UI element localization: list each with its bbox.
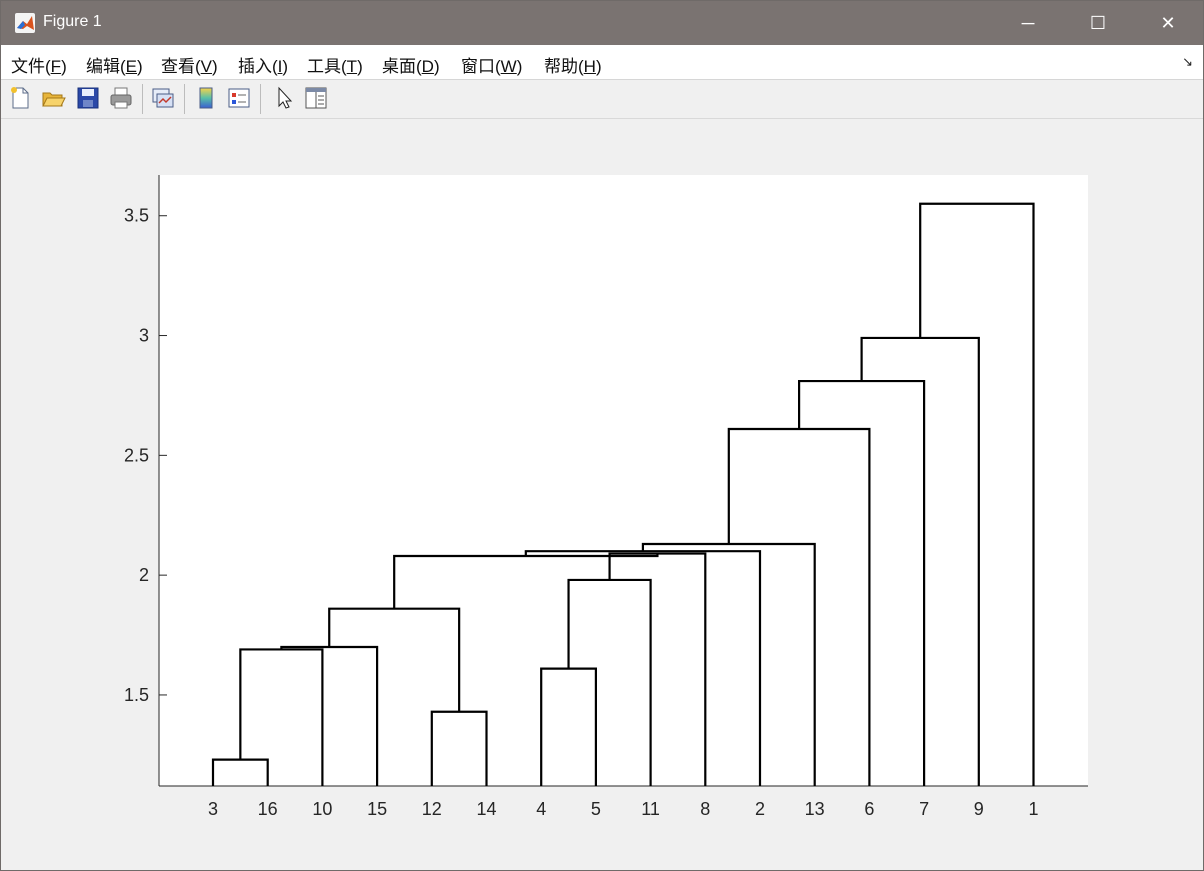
x-tick-label: 6 (864, 799, 874, 819)
x-tick-label: 11 (641, 799, 660, 819)
x-tick-label: 8 (700, 799, 710, 819)
open-file-icon[interactable] (40, 85, 66, 111)
new-figure-icon[interactable] (7, 85, 33, 111)
y-tick-label: 3.5 (124, 206, 149, 226)
x-tick-label: 2 (755, 799, 765, 819)
toolbar-separator (142, 84, 143, 114)
window-title: Figure 1 (43, 13, 102, 30)
close-button[interactable]: ✕ (1133, 1, 1203, 45)
property-inspector-icon[interactable] (303, 85, 329, 111)
x-tick-label: 16 (258, 799, 278, 819)
axes-background (159, 175, 1088, 786)
minimize-button[interactable]: ─ (993, 1, 1063, 45)
colorbar-icon[interactable] (193, 85, 219, 111)
figure-canvas: 1.5 2 2.5 3 3.5 3 16 10 15 12 14 4 5 11 8 2 13 6 7 9 1 (1, 119, 1203, 870)
menu-bar: 文件(F) 编辑(E) 查看(V) 插入(I) 工具(T) 桌面(D) 窗口(W… (1, 45, 1203, 80)
menu-view[interactable]: 查看(V) (161, 52, 218, 77)
figure-window: Figure 1 ─ ☐ ✕ 文件(F) 编辑(E) 查看(V) 插入(I) 工… (0, 0, 1204, 871)
dendrogram-plot[interactable]: 1.5 2 2.5 3 3.5 3 16 10 15 12 14 4 5 11 8 2 13 6 7 9 1 (1, 119, 1203, 870)
x-tick-label: 7 (919, 799, 929, 819)
menu-edit[interactable]: 编辑(E) (86, 52, 143, 77)
menu-desktop[interactable]: 桌面(D) (382, 52, 440, 77)
close-icon: ✕ (1160, 12, 1176, 33)
pointer-icon[interactable] (271, 85, 297, 111)
y-tick-label: 2 (139, 565, 149, 585)
menu-help[interactable]: 帮助(H) (544, 52, 602, 77)
y-tick-label: 3 (139, 326, 149, 346)
x-tick-label: 1 (1028, 799, 1038, 819)
matlab-logo-icon (15, 13, 35, 33)
x-tick-label: 3 (208, 799, 218, 819)
link-plot-icon[interactable] (150, 85, 176, 111)
x-tick-label: 9 (974, 799, 984, 819)
toolbar-separator (260, 84, 261, 114)
dock-figure-icon[interactable]: ↘ (1182, 54, 1193, 70)
print-icon[interactable] (108, 85, 134, 111)
maximize-button[interactable]: ☐ (1063, 1, 1133, 45)
x-tick-label: 13 (805, 799, 825, 819)
minimize-icon: ─ (1021, 12, 1035, 33)
x-tick-label: 14 (476, 799, 496, 819)
menu-file[interactable]: 文件(F) (11, 52, 67, 77)
y-tick-label: 1.5 (124, 685, 149, 705)
x-tick-label: 5 (591, 799, 601, 819)
menu-tools[interactable]: 工具(T) (307, 52, 363, 77)
x-tick-label: 15 (367, 799, 387, 819)
toolbar-separator (184, 84, 185, 114)
x-tick-label: 10 (312, 799, 332, 819)
legend-icon[interactable] (226, 85, 252, 111)
x-tick-label: 4 (536, 799, 546, 819)
menu-insert[interactable]: 插入(I) (238, 52, 288, 77)
toolbar (1, 80, 1203, 119)
y-tick-label: 2.5 (124, 445, 149, 465)
title-bar[interactable]: Figure 1 ─ ☐ ✕ (1, 1, 1203, 45)
save-icon[interactable] (75, 85, 101, 111)
menu-window[interactable]: 窗口(W) (461, 52, 522, 77)
maximize-icon: ☐ (1089, 12, 1107, 33)
x-tick-label: 12 (422, 799, 442, 819)
